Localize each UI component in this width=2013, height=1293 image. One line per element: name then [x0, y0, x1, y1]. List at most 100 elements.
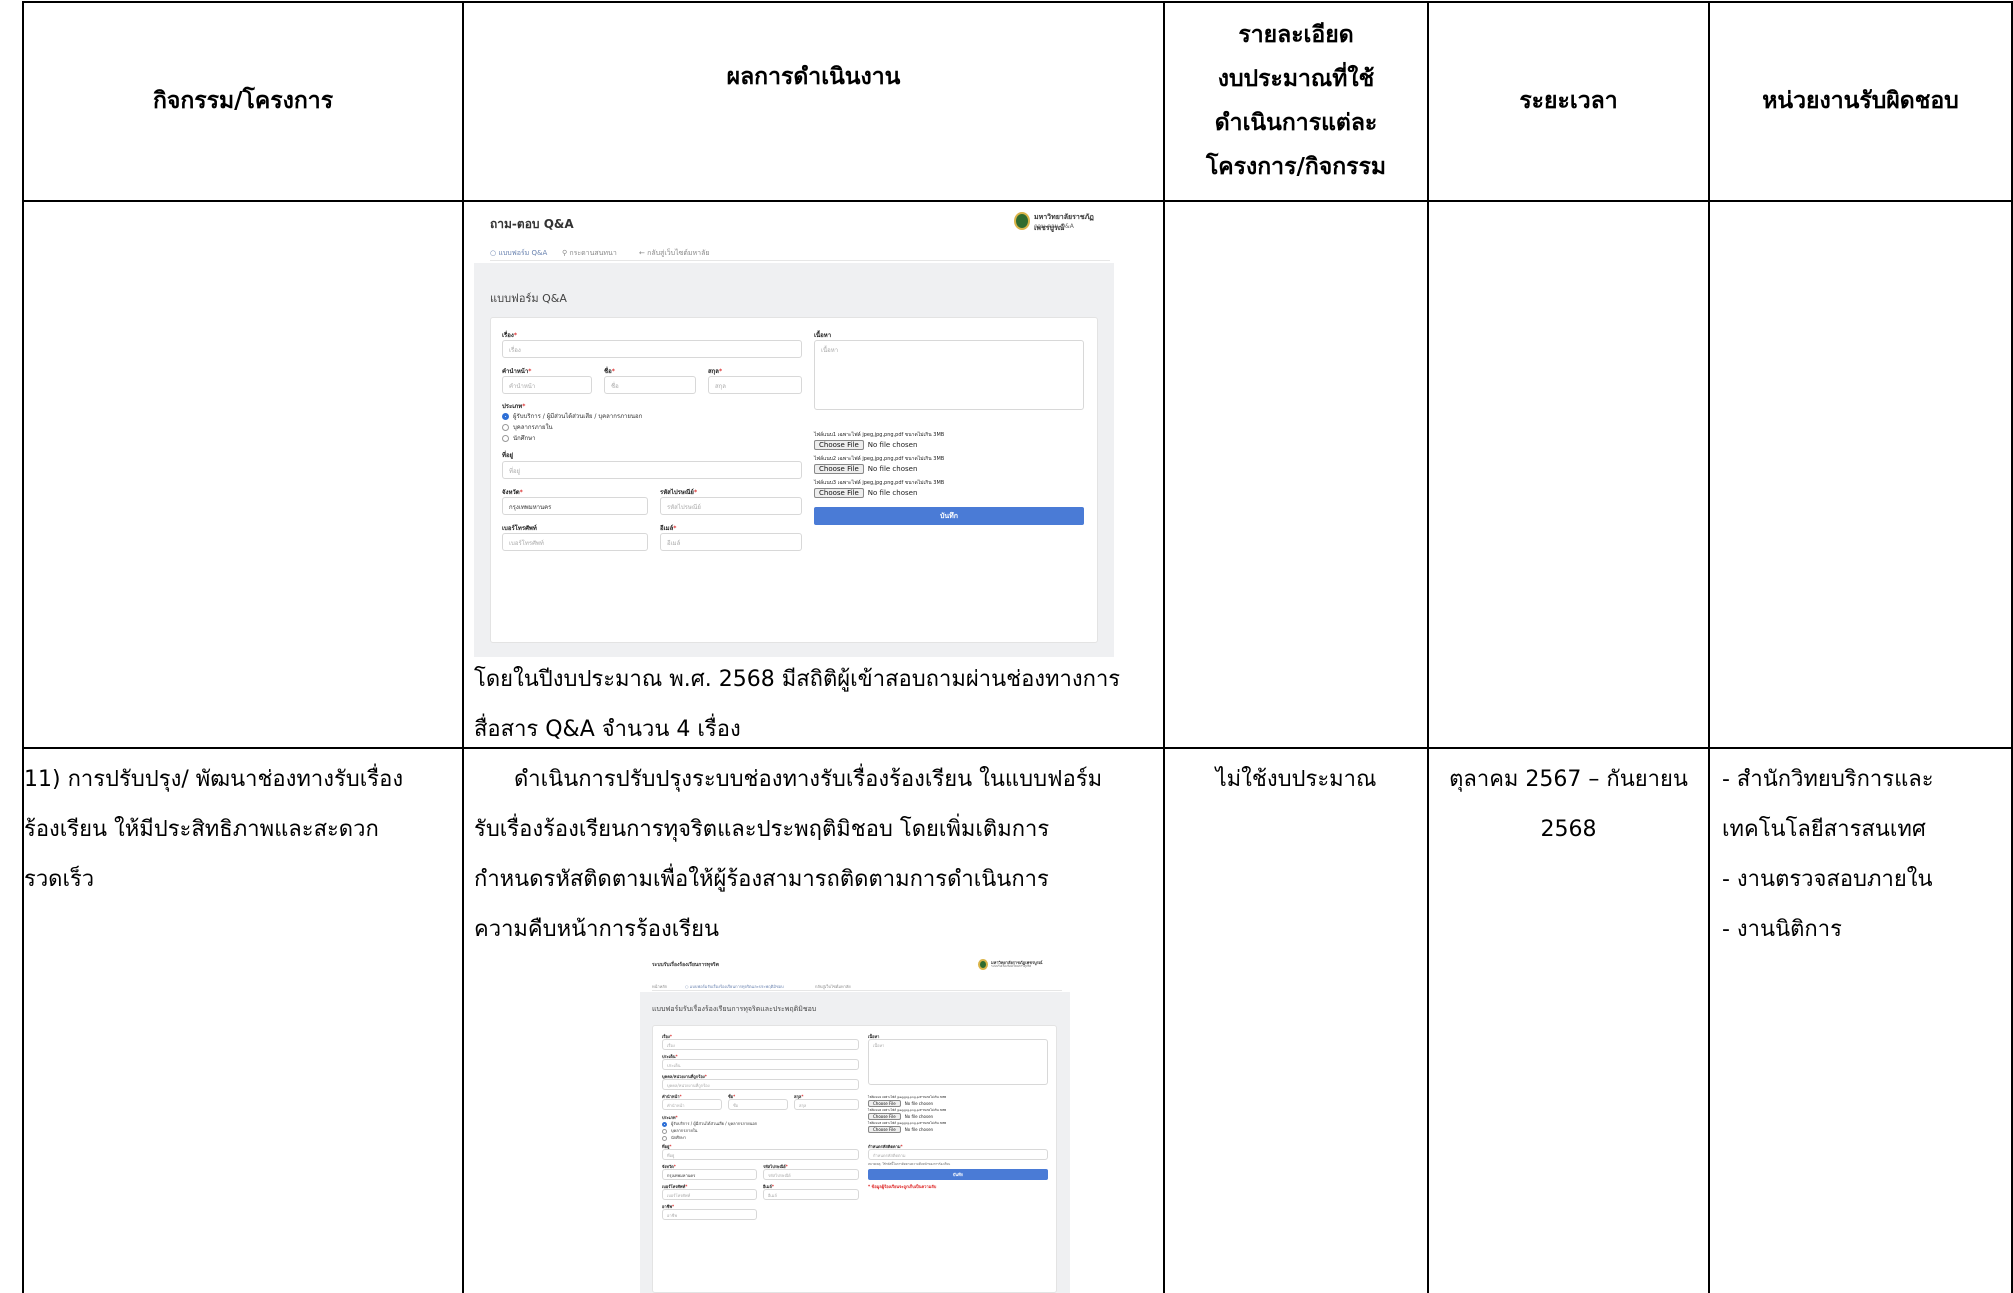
cf-attach1-file[interactable]: Choose File No file chosen [868, 1100, 933, 1107]
cf-prefix-input[interactable]: คำนำหน้า [662, 1099, 722, 1110]
row2-unit: - สำนักวิทยบริการและ เทคโนโลยีสารสนเทศ -… [1722, 755, 2007, 955]
qa-email-label: อีเมล์* [660, 525, 677, 532]
cf-tab-home[interactable]: หน้าหลัก [652, 983, 667, 990]
qa-type-label: ประเภท* [502, 403, 526, 410]
header-period: ระยะเวลา [1429, 2, 1708, 200]
cf-postal-input[interactable]: รหัสไปรษณีย์ [763, 1169, 859, 1180]
cf-save-button[interactable]: บันทึก [868, 1169, 1048, 1180]
cf-type-option-1[interactable]: ผู้รับบริการ / ผู้มีส่วนได้ส่วนเสีย / บุ… [662, 1120, 757, 1127]
cf-tab-form[interactable]: ○ แบบฟอร์มรับเรื่องร้องเรียนการทุจริตและ… [685, 983, 784, 990]
cf-attach2-no-file: No file chosen [904, 1114, 934, 1119]
qa-attach3-file[interactable]: Choose File No file chosen [814, 488, 917, 498]
qa-province-label-text: จังหวัด [502, 489, 520, 496]
qa-postal-input[interactable]: รหัสไปรษณีย์ [660, 497, 802, 515]
qa-surname-label-text: สกุล [708, 368, 719, 375]
cf-tab-form-label: แบบฟอร์มรับเรื่องร้องเรียนการทุจริตและปร… [689, 984, 784, 989]
row2-results-line-4: ความคืบหน้าการร้องเรียน [474, 917, 720, 942]
qa-address-label: ที่อยู่ [502, 452, 514, 459]
row2-period-line-1: ตุลาคม 2567 – กันยายน [1449, 767, 1688, 792]
cf-attach2-file[interactable]: Choose File No file chosen [868, 1113, 933, 1120]
cf-attach3-file[interactable]: Choose File No file chosen [868, 1126, 933, 1133]
qa-tab-form-label: แบบฟอร์ม Q&A [498, 249, 548, 257]
row1-stats-text: โดยในปีงบประมาณ พ.ศ. 2568 มีสถิติผู้เข้า… [474, 655, 1154, 755]
university-logo-icon [1014, 212, 1030, 230]
qa-name-label: ชื่อ* [604, 368, 615, 375]
qa-type-label-text: ประเภท [502, 403, 523, 410]
cf-email-input[interactable]: อีเมล์ [763, 1189, 859, 1200]
qa-type-option-1[interactable]: ผู้รับบริการ / ผู้มีส่วนได้ส่วนเสีย / บุ… [502, 411, 642, 421]
radio-unchecked-icon [662, 1128, 667, 1134]
qa-subject-label: เรื่อง* [502, 332, 517, 339]
qa-attach2-file[interactable]: Choose File No file chosen [814, 464, 917, 474]
qa-attach2-choose-button[interactable]: Choose File [814, 464, 864, 474]
cf-tracking-input[interactable]: กำหนดรหัสติดตาม [868, 1149, 1048, 1160]
qa-content-label: เนื้อหา [814, 332, 832, 339]
qa-phone-input[interactable]: เบอร์โทรศัพท์ [502, 533, 648, 551]
qa-subject-label-text: เรื่อง [502, 332, 514, 339]
qa-attach3-choose-button[interactable]: Choose File [814, 488, 864, 498]
header-activity: กิจกรรม/โครงการ [24, 2, 462, 200]
row2-activity: 11) การปรับปรุง/ พัฒนาช่องทางรับเรื่อง ร… [24, 755, 460, 905]
qa-attach1-choose-button[interactable]: Choose File [814, 440, 864, 450]
qa-tab-form[interactable]: ○ แบบฟอร์ม Q&A [490, 248, 547, 259]
cf-subject-input[interactable]: เรื่อง [662, 1039, 859, 1050]
cf-extra-input[interactable]: อาชีพ [662, 1209, 757, 1220]
header-budget-line-3: ดำเนินการแต่ละ [1214, 110, 1378, 136]
qa-type-option-3-label: นักศึกษา [513, 435, 536, 442]
qa-attach1-file[interactable]: Choose File No file chosen [814, 440, 917, 450]
cf-type-option-2[interactable]: บุคลากรภายใน [662, 1127, 697, 1134]
qa-save-button[interactable]: บันทึก [814, 507, 1084, 525]
cf-tab-divider [652, 990, 1062, 991]
row2-activity-line-3: รวดเร็ว [24, 867, 95, 892]
qa-subject-input[interactable]: เรื่อง [502, 340, 802, 358]
cf-surname-input[interactable]: สกุล [794, 1099, 859, 1110]
qa-type-option-3[interactable]: นักศึกษา [502, 433, 536, 443]
qa-type-option-2-label: บุคลากรภายใน [513, 424, 553, 431]
university-logo-icon [978, 959, 988, 970]
qa-type-option-1-label: ผู้รับบริการ / ผู้มีส่วนได้ส่วนเสีย / บุ… [513, 413, 643, 420]
row2-period-line-2: 2568 [1540, 817, 1597, 842]
col-divider-1 [462, 1, 464, 1293]
cf-address-input[interactable]: ที่อยู่ [662, 1149, 859, 1160]
row1-stats-line-2: สื่อสาร Q&A จำนวน 4 เรื่อง [474, 717, 741, 742]
radio-unchecked-icon [502, 424, 509, 431]
qa-name-input[interactable]: ชื่อ [604, 376, 696, 394]
header-budget-line-1: รายละเอียด [1238, 22, 1354, 48]
header-bottom-border [22, 200, 2012, 202]
qa-content-textarea[interactable]: เนื้อหา [814, 340, 1084, 410]
cf-tab-back[interactable]: กลับสู่เว็บไซต์มหาลัย [815, 983, 851, 990]
qa-tab-back[interactable]: ← กลับสู่เว็บไซต์มหาลัย [639, 248, 709, 259]
qa-email-input[interactable]: อีเมล์ [660, 533, 802, 551]
cf-attach2-choose-button[interactable]: Choose File [868, 1113, 901, 1120]
cf-content-textarea[interactable]: เนื้อหา [868, 1039, 1048, 1085]
qa-address-input[interactable]: ที่อยู่ [502, 461, 802, 479]
cf-attach3-no-file: No file chosen [904, 1127, 934, 1132]
cf-attach1-choose-button[interactable]: Choose File [868, 1100, 901, 1107]
cf-attach3-choose-button[interactable]: Choose File [868, 1126, 901, 1133]
qa-attach1-no-file: No file chosen [867, 441, 918, 449]
radio-checked-icon [502, 413, 509, 420]
qa-attach3-no-file: No file chosen [867, 489, 918, 497]
header-budget-line-2: งบประมาณที่ใช้ [1217, 66, 1375, 92]
cf-type-option-3[interactable]: นักศึกษา [662, 1134, 686, 1141]
cf-province-select[interactable]: กรุงเทพมหานคร [662, 1169, 757, 1180]
cf-accused-input[interactable]: บุคคล/หน่วยงานที่ถูกร้อง [662, 1079, 859, 1090]
row2-budget: ไม่ใช้งบประมาณ [1165, 755, 1427, 805]
qa-prefix-input[interactable]: คำนำหน้า [502, 376, 592, 394]
qa-province-select[interactable]: กรุงเทพมหานคร [502, 497, 648, 515]
cf-tab-home-label: หน้าหลัก [652, 984, 668, 989]
radio-unchecked-icon [662, 1135, 667, 1141]
qa-type-option-2[interactable]: บุคลากรภายใน [502, 422, 553, 432]
qa-tab-back-label: ← กลับสู่เว็บไซต์มหาลัย [639, 249, 710, 257]
qa-surname-input[interactable]: สกุล [708, 376, 802, 394]
cf-topic-input[interactable]: ประเด็น [662, 1059, 859, 1070]
cf-org-sub: ระบบรับเรื่องร้องเรียนการทุจริต [991, 964, 1032, 968]
cf-type-option-3-label: นักศึกษา [671, 1135, 686, 1140]
qa-tab-board[interactable]: ⚲ กระดานสนทนา [562, 248, 617, 259]
cf-name-input[interactable]: ชื่อ [728, 1099, 788, 1110]
cf-type-option-2-label: บุคลากรภายใน [671, 1128, 698, 1133]
row2-unit-line-1: - สำนักวิทยบริการและ [1722, 767, 1934, 792]
qa-attach2-no-file: No file chosen [867, 465, 918, 473]
qa-prefix-label-text: คำนำหน้า [502, 368, 529, 375]
cf-phone-input[interactable]: เบอร์โทรศัพท์ [662, 1189, 757, 1200]
